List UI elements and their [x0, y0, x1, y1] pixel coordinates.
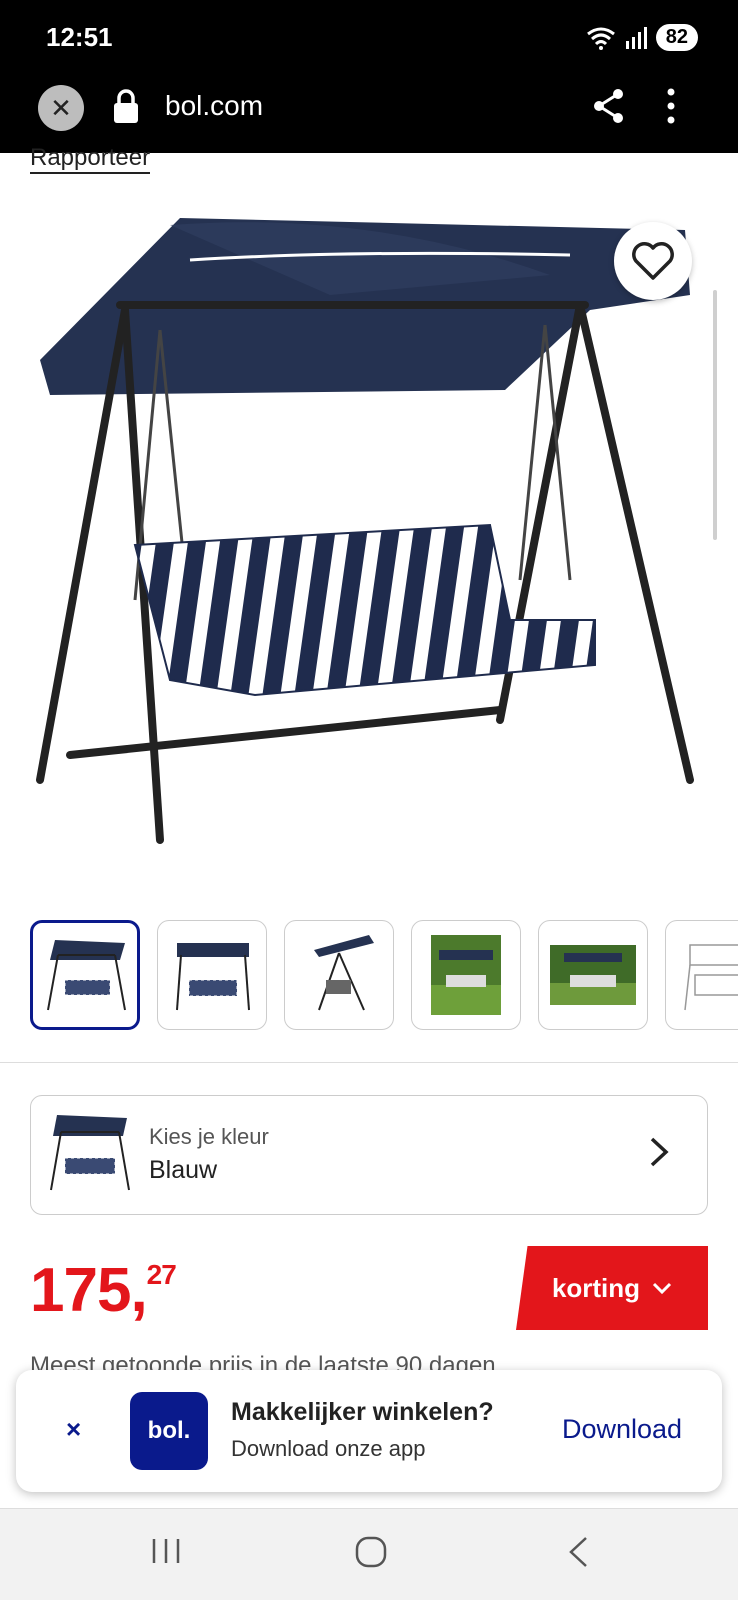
- swing-thumb-image: [176, 943, 250, 1011]
- color-value: Blauw: [149, 1156, 218, 1184]
- banner-subtitle: Download onze app: [231, 1436, 426, 1461]
- scroll-indicator: [713, 290, 717, 540]
- product-price: 175,27: [30, 1255, 177, 1326]
- price-whole: 175,: [30, 1256, 148, 1325]
- close-icon: ✕: [50, 92, 72, 123]
- banner-close-button[interactable]: ×: [66, 1414, 81, 1445]
- thumbnail-2[interactable]: [157, 920, 267, 1030]
- report-link[interactable]: Rapporteer: [30, 144, 151, 174]
- color-label: Kies je kleur: [149, 1124, 269, 1149]
- color-selector[interactable]: Kies je kleur Blauw: [30, 1095, 708, 1215]
- system-nav-bar: [0, 1508, 738, 1600]
- garden-thumb-image: [431, 935, 501, 1015]
- home-icon[interactable]: [354, 1535, 388, 1569]
- garden-thumb-image: [550, 945, 636, 1005]
- signal-icon: [625, 26, 647, 49]
- back-icon[interactable]: [566, 1535, 590, 1569]
- bol-logo: bol.: [130, 1392, 208, 1470]
- wifi-icon: [586, 27, 615, 50]
- chevron-down-icon: [652, 1282, 672, 1295]
- thumbnail-1[interactable]: [30, 920, 140, 1030]
- banner-title: Makkelijker winkelen?: [231, 1398, 494, 1426]
- url-text[interactable]: bol.com: [165, 90, 263, 122]
- more-options-icon[interactable]: [666, 86, 676, 126]
- app-download-banner: × bol. Makkelijker winkelen? Download on…: [16, 1370, 722, 1492]
- swing-thumb-image: [47, 940, 126, 1011]
- status-time: 12:51: [46, 22, 113, 52]
- chevron-right-icon: [650, 1137, 669, 1167]
- line-drawing-thumb-image: [684, 944, 738, 1011]
- thumbnail-strip[interactable]: [30, 920, 738, 1032]
- thumbnail-6[interactable]: [665, 920, 738, 1030]
- status-icons: 82: [586, 24, 698, 51]
- favorite-button[interactable]: [614, 222, 692, 300]
- color-thumb-image: [50, 1115, 130, 1191]
- browser-toolbar: ✕ bol.com: [0, 76, 738, 153]
- discount-label: korting: [551, 1272, 641, 1303]
- download-app-link[interactable]: Download: [562, 1414, 682, 1445]
- heart-icon: [632, 242, 674, 280]
- close-tab-button[interactable]: ✕: [38, 85, 84, 131]
- discount-button[interactable]: korting: [516, 1246, 708, 1330]
- section-divider: [0, 1062, 738, 1063]
- status-bar: 12:51 82: [0, 0, 738, 76]
- thumbnail-4[interactable]: [411, 920, 521, 1030]
- swing-thumb-image: [314, 935, 374, 1011]
- lock-icon[interactable]: [112, 88, 140, 124]
- recent-apps-icon[interactable]: [150, 1535, 182, 1567]
- product-image[interactable]: [30, 200, 710, 880]
- thumbnail-3[interactable]: [284, 920, 394, 1030]
- price-cents: 27: [146, 1259, 177, 1290]
- battery-indicator: 82: [655, 24, 698, 51]
- share-icon[interactable]: [592, 88, 626, 124]
- thumbnail-5[interactable]: [538, 920, 648, 1030]
